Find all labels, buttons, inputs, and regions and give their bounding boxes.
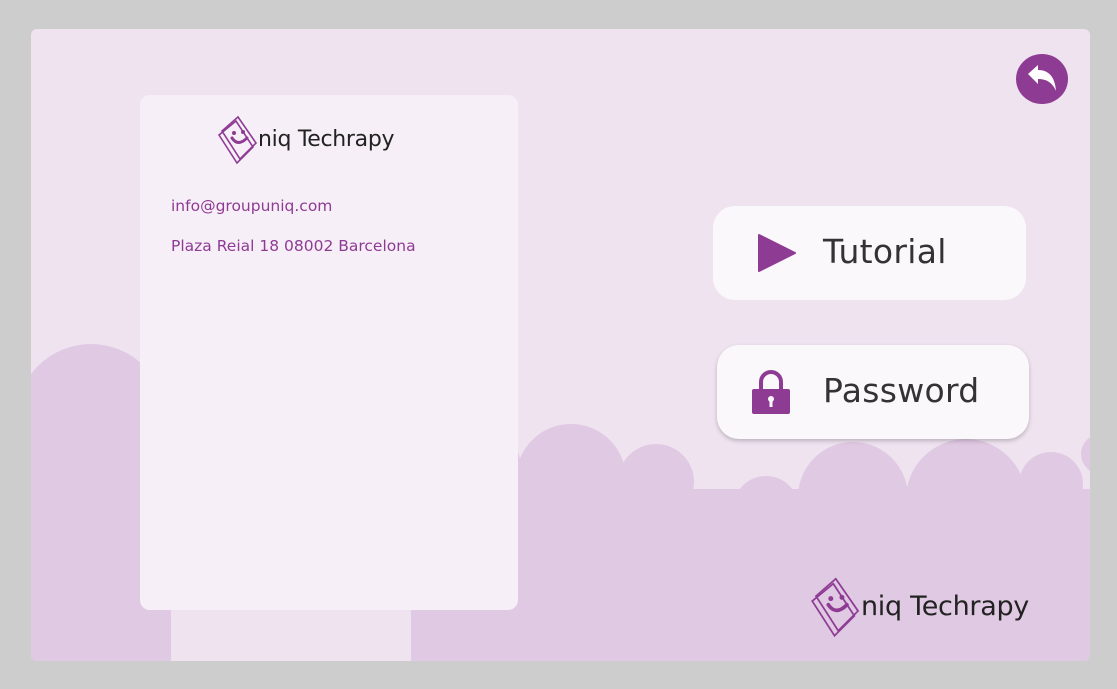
smiley-tablet-logo-icon <box>811 577 860 638</box>
app-screen: niq Techrapy info@groupuniq.com Plaza Re… <box>31 29 1090 661</box>
smiley-tablet-logo-icon <box>218 115 258 165</box>
footer-brand-name: niq Techrapy <box>861 590 1029 622</box>
back-button[interactable] <box>1016 54 1068 104</box>
undo-arrow-icon <box>1028 65 1056 91</box>
lock-icon <box>752 370 790 414</box>
play-icon <box>758 234 796 272</box>
brand-logo: niq Techrapy <box>218 111 395 167</box>
contact-email[interactable]: info@groupuniq.com <box>171 197 332 215</box>
password-label: Password <box>823 371 980 410</box>
footer-brand-logo: niq Techrapy <box>811 571 1029 641</box>
contact-address: Plaza Reial 18 08002 Barcelona <box>171 237 416 255</box>
password-button[interactable]: Password <box>717 345 1029 439</box>
contact-card: niq Techrapy info@groupuniq.com Plaza Re… <box>140 95 518 610</box>
tutorial-label: Tutorial <box>823 232 947 271</box>
tutorial-button[interactable]: Tutorial <box>713 206 1026 300</box>
brand-name: niq Techrapy <box>258 126 395 152</box>
